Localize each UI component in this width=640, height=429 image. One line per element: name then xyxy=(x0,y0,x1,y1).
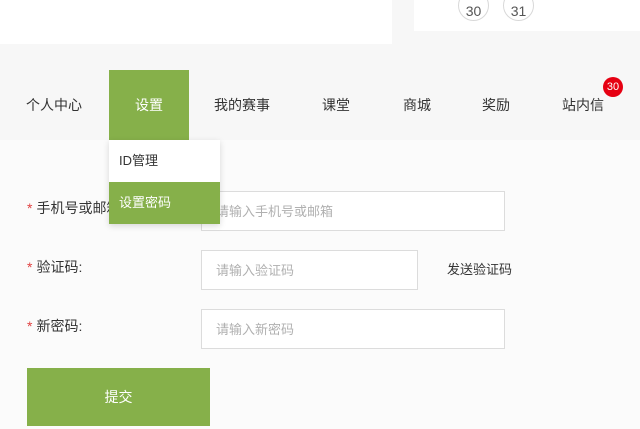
nav-item-my-events[interactable]: 我的赛事 xyxy=(202,70,282,140)
calendar-day[interactable]: 31 xyxy=(503,0,534,21)
send-code-button[interactable]: 发送验证码 xyxy=(447,261,512,279)
verification-code-input[interactable] xyxy=(201,250,418,290)
submit-button[interactable]: 提交 xyxy=(27,368,210,426)
required-mark: * xyxy=(27,200,33,216)
required-mark: * xyxy=(27,259,33,275)
top-left-card xyxy=(0,0,392,44)
settings-nav-bar: 个人中心 设置 我的赛事 课堂 商城 奖励 站内信 30 xyxy=(0,70,640,140)
nav-item-mall[interactable]: 商城 xyxy=(377,70,457,140)
calendar-card: 30 31 xyxy=(414,0,640,31)
calendar-day[interactable]: 30 xyxy=(458,0,489,21)
nav-item-rewards[interactable]: 奖励 xyxy=(456,70,536,140)
code-label-text: 验证码: xyxy=(36,259,83,275)
dropdown-item-id-management[interactable]: ID管理 xyxy=(109,140,220,182)
phone-email-input[interactable] xyxy=(201,191,505,231)
new-password-label-text: 新密码: xyxy=(36,318,83,334)
nav-item-personal-center[interactable]: 个人中心 xyxy=(14,70,94,140)
code-label: * 验证码: xyxy=(27,257,82,277)
nav-item-settings[interactable]: 设置 xyxy=(109,70,189,140)
required-mark: * xyxy=(27,318,33,334)
dropdown-item-set-password[interactable]: 设置密码 xyxy=(109,182,220,224)
settings-dropdown-menu: ID管理 设置密码 xyxy=(109,140,220,224)
nav-item-classroom[interactable]: 课堂 xyxy=(296,70,376,140)
phone-label-text: 手机号或邮箱 xyxy=(36,200,121,216)
new-password-label: * 新密码: xyxy=(27,316,82,336)
message-count-badge: 30 xyxy=(603,77,623,97)
new-password-input[interactable] xyxy=(201,309,505,349)
phone-label: * 手机号或邮箱 xyxy=(27,198,120,218)
